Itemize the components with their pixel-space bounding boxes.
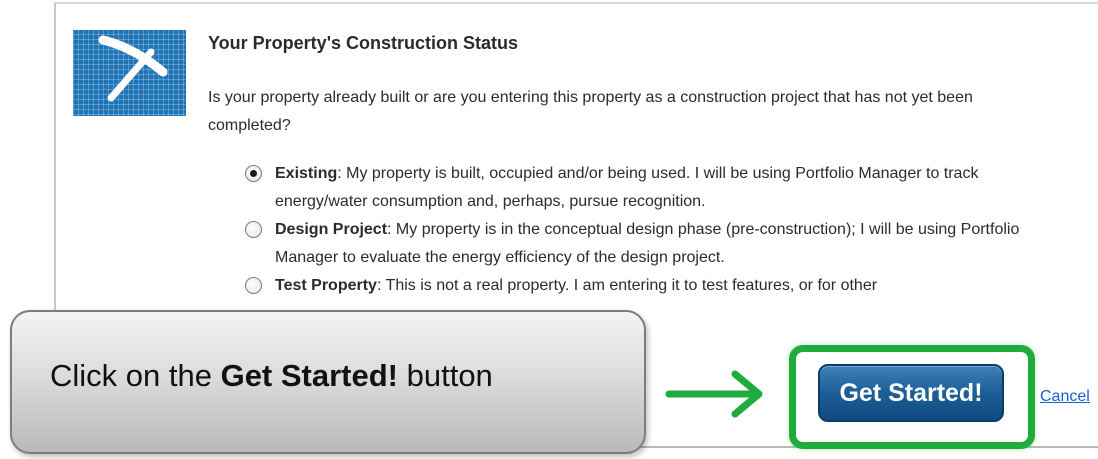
radio-design-project[interactable] <box>245 221 262 238</box>
option-label: Existing <box>275 165 338 182</box>
option-design-project[interactable]: Design Project: My property is in the co… <box>243 216 1073 272</box>
option-label: Design Project <box>275 221 388 238</box>
option-description: : This is not a real property. I am ente… <box>376 277 878 294</box>
callout-text: Click on the Get Started! button <box>50 358 493 393</box>
right-arrow-icon <box>665 370 763 418</box>
option-label: Test Property <box>275 277 377 294</box>
radio-test-property[interactable] <box>245 277 262 294</box>
construction-question: Is your property already built or are yo… <box>208 89 973 134</box>
option-description: : My property is in the conceptual desig… <box>275 221 1020 266</box>
construction-logo-icon <box>73 30 186 116</box>
dialog-title: Your Property's Construction Status <box>208 33 518 53</box>
callout-emphasis: Get Started! <box>220 358 398 393</box>
option-test-property[interactable]: Test Property: This is not a real proper… <box>243 272 1073 300</box>
radio-existing[interactable] <box>245 165 262 182</box>
instruction-callout: Click on the Get Started! button <box>10 310 646 454</box>
construction-options: Existing: My property is built, occupied… <box>243 160 1073 300</box>
get-started-button[interactable]: Get Started! <box>818 364 1004 422</box>
option-description: : My property is built, occupied and/or … <box>275 165 979 210</box>
option-existing[interactable]: Existing: My property is built, occupied… <box>243 160 1073 216</box>
cancel-link[interactable]: Cancel <box>1040 388 1090 406</box>
